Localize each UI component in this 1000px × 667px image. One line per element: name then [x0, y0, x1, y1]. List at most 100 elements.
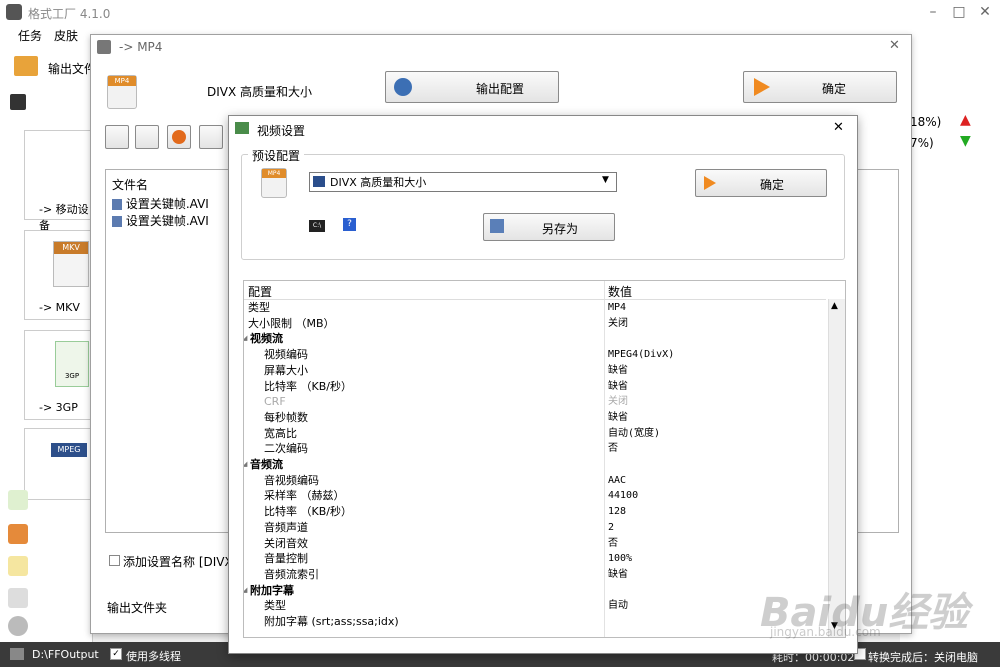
- close-icon[interactable]: ✕: [976, 3, 994, 21]
- file-list-item[interactable]: 设置关键帧.AVI: [112, 195, 209, 212]
- grid-row-label: 每秒帧数: [264, 410, 308, 424]
- video-category-icon[interactable]: [10, 94, 26, 110]
- grid-row[interactable]: 每秒帧数 缺省: [244, 410, 828, 426]
- file-list-item[interactable]: 设置关键帧.AVI: [112, 212, 209, 229]
- picture-category-icon[interactable]: [8, 524, 28, 544]
- play-icon[interactable]: [167, 125, 191, 149]
- grid-row[interactable]: 采样率 （赫兹） 44100: [244, 488, 828, 504]
- grid-row-value[interactable]: 缺省: [608, 363, 628, 378]
- grid-row[interactable]: 大小限制 （MB） 关闭: [244, 316, 828, 332]
- video-settings-title: 视频设置: [257, 124, 306, 138]
- grid-row[interactable]: 二次编码 否: [244, 441, 828, 457]
- remove-file-icon[interactable]: [105, 125, 129, 149]
- category-tile-mkv[interactable]: MKV -> MKV: [24, 230, 96, 320]
- tools-icon[interactable]: [8, 616, 28, 636]
- grid-row[interactable]: 类型 MP4: [244, 300, 828, 316]
- grid-row[interactable]: 比特率 （KB/秒） 128: [244, 504, 828, 520]
- menu-tasks[interactable]: 任务: [18, 27, 42, 44]
- grid-section-row[interactable]: ◢视频流: [244, 331, 828, 347]
- task-list-panel: 18%) ▲ 7%) ▼: [900, 86, 1000, 642]
- save-as-button[interactable]: 另存为: [483, 213, 615, 241]
- collapse-triangle-icon[interactable]: ◢: [244, 331, 247, 346]
- mp4-ok-button[interactable]: 确定: [743, 71, 897, 103]
- grid-row-value[interactable]: 44100: [608, 488, 638, 503]
- video-settings-close-icon[interactable]: ✕: [833, 120, 844, 135]
- file-info-icon[interactable]: [199, 125, 223, 149]
- command-line-icon[interactable]: C:\: [309, 220, 325, 232]
- folder-icon[interactable]: [14, 56, 38, 76]
- file-name: 设置关键帧.AVI: [125, 197, 209, 211]
- output-config-label: 输出配置: [476, 82, 525, 96]
- grid-row-value[interactable]: 自动(宽度): [608, 426, 660, 441]
- audio-category-icon[interactable]: [8, 490, 28, 510]
- grid-row[interactable]: 音视频编码 AAC: [244, 473, 828, 489]
- clear-list-icon[interactable]: [135, 125, 159, 149]
- grid-row-label: 采样率 （赫兹）: [264, 489, 345, 503]
- output-config-button[interactable]: 输出配置: [385, 71, 559, 103]
- grid-row-value[interactable]: MPEG4(DivX): [608, 347, 674, 362]
- video-settings-icon: [235, 122, 249, 134]
- main-titlebar: 格式工厂 4.1.0 – □ ✕: [0, 0, 1000, 24]
- collapse-triangle-icon[interactable]: ◢: [244, 583, 247, 598]
- add-setting-name-checkbox[interactable]: [109, 555, 120, 566]
- grid-row[interactable]: 音频流索引 缺省: [244, 567, 828, 583]
- output-path[interactable]: D:\FFOutput: [32, 648, 99, 661]
- mp4-dialog-close-icon[interactable]: ✕: [889, 38, 900, 53]
- grid-row[interactable]: CRF 关闭: [244, 394, 828, 410]
- video-settings-ok-button[interactable]: 确定: [695, 169, 827, 197]
- scroll-up-icon[interactable]: ▲: [831, 301, 838, 311]
- rom-device-icon[interactable]: [8, 588, 28, 608]
- minimize-icon[interactable]: –: [924, 3, 942, 21]
- grid-row-label: 比特率 （KB/秒）: [264, 379, 352, 393]
- grid-row[interactable]: 屏幕大小 缺省: [244, 363, 828, 379]
- grid-row-value[interactable]: 否: [608, 441, 618, 456]
- category-label-mkv: -> MKV: [39, 301, 80, 314]
- grid-row-label: 附加字幕: [250, 583, 294, 597]
- mp4-dialog-title: -> MP4: [119, 40, 163, 54]
- grid-row[interactable]: 宽高比 自动(宽度): [244, 426, 828, 442]
- preset-select[interactable]: DIVX 高质量和大小 ▼: [309, 172, 617, 192]
- multithread-checkbox[interactable]: ✓: [110, 648, 122, 660]
- save-icon: [490, 219, 504, 233]
- grid-row-value[interactable]: AAC: [608, 473, 626, 488]
- grid-row-value[interactable]: 100%: [608, 551, 632, 566]
- grid-row-value[interactable]: 关闭: [608, 316, 628, 331]
- mp4-format-icon: MP4: [107, 75, 137, 109]
- save-as-label: 另存为: [542, 222, 579, 236]
- grid-row-label: 类型: [264, 599, 286, 613]
- grid-row[interactable]: 音频声道 2: [244, 520, 828, 536]
- menu-skin[interactable]: 皮肤: [54, 27, 78, 44]
- category-tile-3gp[interactable]: 3GP -> 3GP: [24, 330, 96, 420]
- grid-row[interactable]: 视频编码 MPEG4(DivX): [244, 347, 828, 363]
- grid-row-value[interactable]: 缺省: [608, 410, 628, 425]
- grid-section-row[interactable]: ◢附加字幕: [244, 583, 828, 599]
- file-list-header: 文件名: [112, 178, 149, 192]
- grid-row[interactable]: 音量控制 100%: [244, 551, 828, 567]
- preset-group-label: 预设配置: [248, 147, 305, 164]
- grid-row[interactable]: 附加字幕 (srt;ass;ssa;idx): [244, 614, 828, 630]
- grid-row-label: 视频流: [250, 332, 283, 346]
- collapse-triangle-icon[interactable]: ◢: [244, 457, 247, 472]
- grid-row[interactable]: 类型 自动: [244, 598, 828, 614]
- grid-row[interactable]: 比特率 （KB/秒） 缺省: [244, 379, 828, 395]
- grid-row-value[interactable]: 缺省: [608, 379, 628, 394]
- maximize-icon[interactable]: □: [950, 3, 968, 21]
- grid-row[interactable]: 关闭音效 否: [244, 536, 828, 552]
- document-category-icon[interactable]: [8, 556, 28, 576]
- category-tile-mpeg[interactable]: MPEG: [24, 428, 96, 500]
- arrow-up-icon[interactable]: ▲: [960, 112, 971, 128]
- grid-row-value[interactable]: 自动: [608, 598, 628, 613]
- arrow-down-icon[interactable]: ▼: [960, 133, 971, 149]
- grid-row-value[interactable]: 2: [608, 520, 614, 535]
- category-tile-mobile[interactable]: -> 移动设备: [24, 130, 96, 232]
- 3gp-icon-label: 3GP: [64, 372, 80, 380]
- settings-grid[interactable]: 配置 数值 类型MP4大小限制 （MB）关闭◢视频流视频编码MPEG4(DivX…: [243, 280, 846, 638]
- grid-section-row[interactable]: ◢音频流: [244, 457, 828, 473]
- grid-row-value[interactable]: 128: [608, 504, 626, 519]
- grid-row-label: 关闭音效: [264, 536, 308, 550]
- help-icon[interactable]: ?: [343, 218, 356, 231]
- grid-row-value[interactable]: MP4: [608, 300, 626, 315]
- grid-row-value[interactable]: 否: [608, 536, 618, 551]
- grid-row-value[interactable]: 关闭: [608, 394, 628, 409]
- grid-row-value[interactable]: 缺省: [608, 567, 628, 582]
